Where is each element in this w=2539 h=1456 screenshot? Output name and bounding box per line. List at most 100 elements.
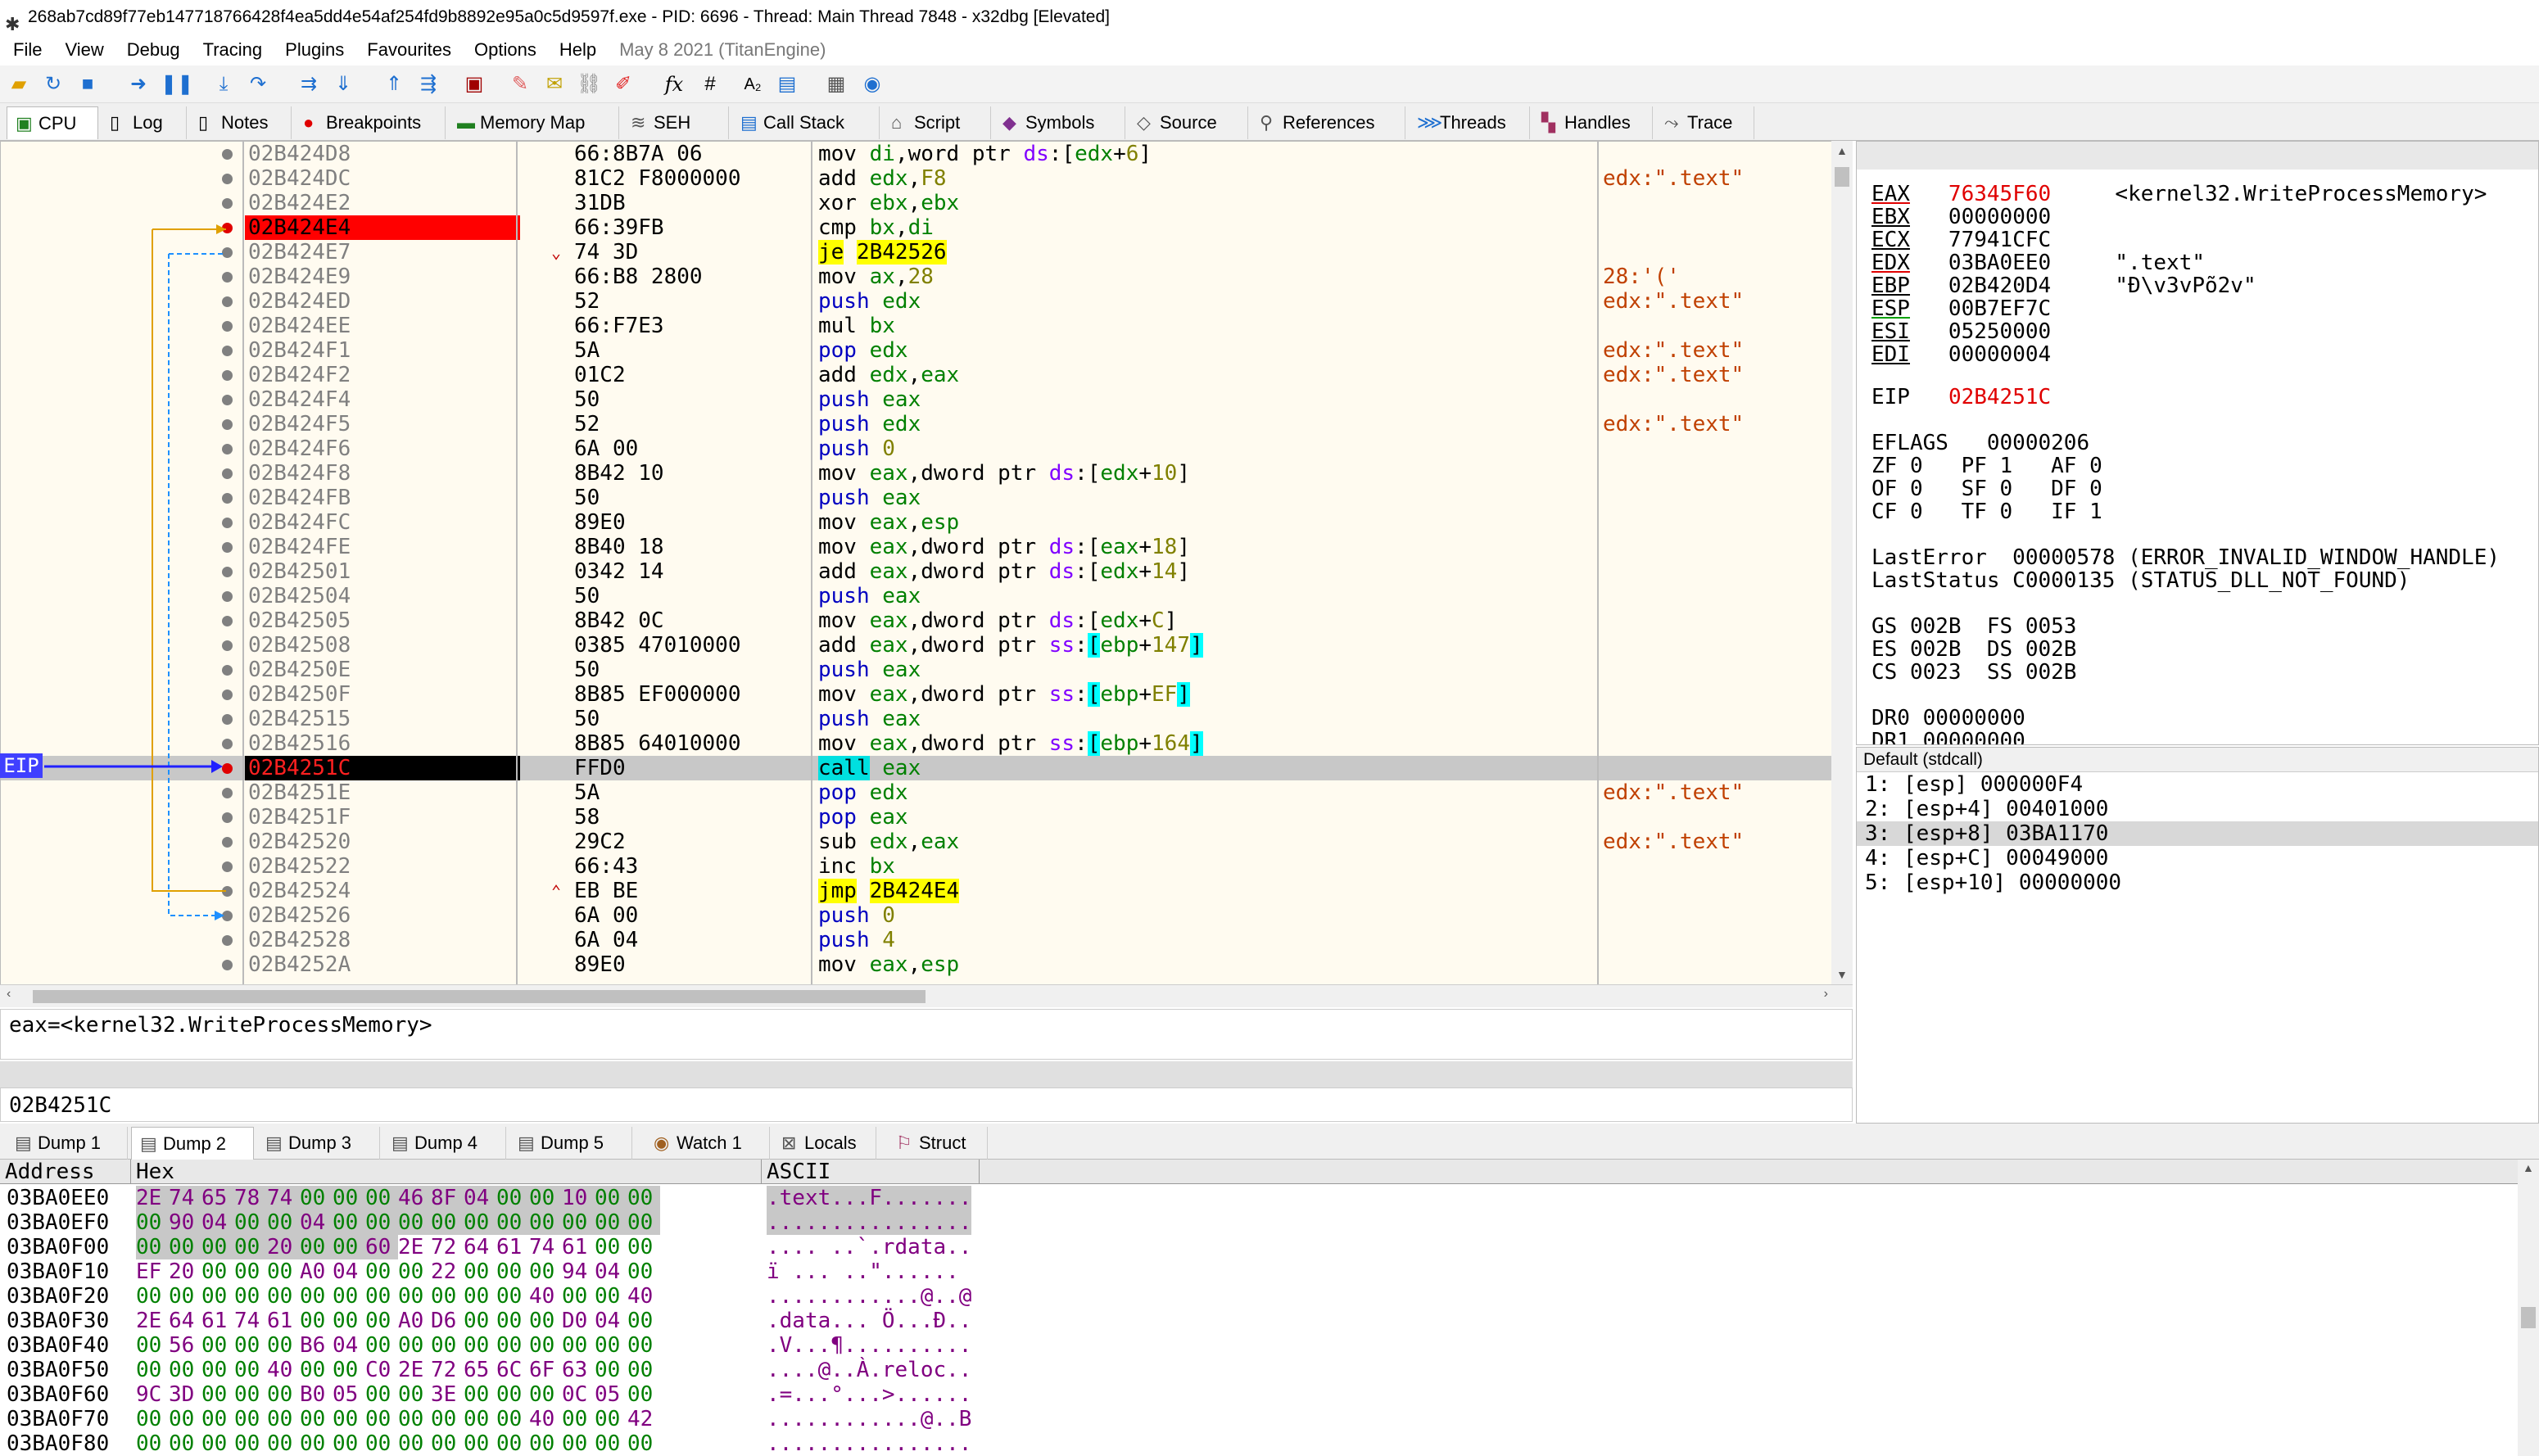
dump-row[interactable]: 03BA0F10 EF 20 00 00 00 A0 04 00 00 22 00 00 00 94 04 00… xyxy=(0,1259,983,1284)
disasm-row[interactable]: 02B42522 66:43 inc bx xyxy=(1,854,1835,879)
tab-references[interactable]: ⚲ References xyxy=(1251,106,1405,139)
tab-source[interactable]: ◇ Source xyxy=(1129,106,1248,139)
tab-dump-1[interactable]: ▤ Dump 1 xyxy=(7,1127,128,1160)
step-over-icon[interactable]: ↷ xyxy=(246,72,270,97)
module-icon[interactable]: ▤ xyxy=(775,72,799,97)
arg-row[interactable]: 5: [esp+10] 00000000 xyxy=(1857,870,2538,895)
disasm-row[interactable]: 02B424FE 8B40 18 mov eax,dword ptr ds:[eax… xyxy=(1,535,1835,559)
menu-file[interactable]: File xyxy=(13,34,42,66)
eip-register[interactable]: EIP 02B4251C xyxy=(1871,386,2051,409)
registers-header[interactable] xyxy=(1857,142,2538,170)
tab-script[interactable]: ⌂ Script xyxy=(883,106,991,139)
disasm-row[interactable]: 02B424E2 31DB xor ebx,ebx xyxy=(1,191,1835,215)
tab-seh[interactable]: ≋ SEH xyxy=(622,106,729,139)
tab-dump-2[interactable]: ▤ Dump 2 xyxy=(131,1127,254,1160)
call-args-panel[interactable]: Default (stdcall) 1: [esp] 000000F4 2: [… xyxy=(1856,747,2539,1124)
menu-help[interactable]: Help xyxy=(559,34,596,66)
tab-struct[interactable]: ⚐ Struct xyxy=(888,1127,988,1160)
disasm-row[interactable]: 02B42505 8B42 0C mov eax,dword ptr ds:[edx… xyxy=(1,608,1835,633)
disasm-row[interactable]: 02B424DC 81C2 F8000000 add edx,F8 edx:".tex… xyxy=(1,166,1835,191)
arg-row[interactable]: 1: [esp] 000000F4 xyxy=(1857,772,2538,797)
comment-icon[interactable]: ✉ xyxy=(542,72,567,97)
run-icon[interactable]: ➜ xyxy=(126,72,151,97)
disasm-row[interactable]: 02B4250F 8B85 EF000000 mov eax,dword ptr s… xyxy=(1,682,1835,707)
flags-row-2[interactable]: OF 0 SF 0 DF 0 xyxy=(1871,477,2102,500)
scylla-icon[interactable]: ▣ xyxy=(462,72,487,97)
tab-threads[interactable]: ⋙ Threads xyxy=(1409,106,1530,139)
dump-row[interactable]: 03BA0F70 00 00 00 00 00 00 00 00 00 00 00 00 40 00 00 42… xyxy=(0,1407,983,1431)
run-to-user-code-icon[interactable]: ⇶ xyxy=(416,72,441,97)
dump-ascii-header[interactable]: ASCII xyxy=(762,1160,980,1184)
open-icon[interactable]: ▰ xyxy=(7,72,31,97)
calculator-icon[interactable]: ▦ xyxy=(824,72,849,97)
disasm-row[interactable]: 02B42515 50 push eax xyxy=(1,707,1835,731)
disasm-row[interactable]: 02B42528 6A 04 push 4 xyxy=(1,928,1835,952)
disasm-row[interactable]: 02B42504 50 push eax xyxy=(1,584,1835,608)
disasm-row[interactable]: 02B42524 ⌃ EB BE jmp 2B424E4 xyxy=(1,879,1835,903)
globe-icon[interactable]: ◉ xyxy=(860,72,885,97)
patch-icon[interactable]: ✎ xyxy=(508,72,532,97)
menu-favourites[interactable]: Favourites xyxy=(367,34,451,66)
disasm-row[interactable]: 02B424E7 ⌄ 74 3D je 2B42526 xyxy=(1,240,1835,265)
dump-row[interactable]: 03BA0F00 00 00 00 00 20 00 00 60 2E 72 64 61 74 61 00 00… xyxy=(0,1235,983,1259)
run-to-return-icon[interactable]: ⇓ xyxy=(331,72,355,97)
disasm-row[interactable]: 02B424FB 50 push eax xyxy=(1,486,1835,510)
flags-row-1[interactable]: ZF 0 PF 1 AF 0 xyxy=(1871,454,2102,477)
menu-debug[interactable]: Debug xyxy=(127,34,180,66)
menu-options[interactable]: Options xyxy=(474,34,536,66)
font-icon[interactable]: A₂ xyxy=(740,72,765,97)
calling-convention[interactable]: Default (stdcall) xyxy=(1857,748,2538,772)
tab-watch-1[interactable]: ◉ Watch 1 xyxy=(645,1127,770,1160)
tab-symbols[interactable]: ◆ Symbols xyxy=(994,106,1125,139)
disasm-row[interactable]: 02B4250E 50 push eax xyxy=(1,658,1835,682)
dump-row[interactable]: 03BA0EF0 00 90 04 00 00 04 00 00 00 00 00 00 00 00 00 00… xyxy=(0,1210,983,1235)
dump-row[interactable]: 03BA0F30 2E 64 61 74 61 00 00 00 A0 D6 00 00 00 D0 04 00… xyxy=(0,1309,983,1333)
tab-dump-5[interactable]: ▤ Dump 5 xyxy=(509,1127,632,1160)
disasm-row[interactable]: 02B424F8 8B42 10 mov eax,dword ptr ds:[edx… xyxy=(1,461,1835,486)
disasm-row[interactable]: 02B424F2 01C2 add edx,eax edx:".text" xyxy=(1,363,1835,387)
disassembly-vscroll[interactable]: ▲ ▼ xyxy=(1831,141,1853,984)
arg-row[interactable]: 4: [esp+C] 00049000 xyxy=(1857,846,2538,870)
menu-tracing[interactable]: Tracing xyxy=(203,34,263,66)
dump-vscroll[interactable]: ▲ xyxy=(2518,1160,2539,1456)
register-ebp[interactable]: EBP 02B420D4 "Ð\v3vPõ2v" xyxy=(1871,274,2256,297)
function-icon[interactable]: fx xyxy=(662,72,686,97)
menu-plugins[interactable]: Plugins xyxy=(285,34,344,66)
restart-icon[interactable]: ↻ xyxy=(41,72,66,97)
pause-icon[interactable]: ❚❚ xyxy=(161,72,193,97)
disasm-row[interactable]: 02B424F5 52 push edx edx:".text" xyxy=(1,412,1835,436)
trace-into-icon[interactable]: ⇉ xyxy=(296,72,321,97)
disasm-row[interactable]: 02B4252A 89E0 mov eax,esp xyxy=(1,952,1835,977)
bookmark-icon[interactable]: ✐ xyxy=(611,72,636,97)
registers-panel[interactable]: EAX 76345F60 <kernel32.WriteProcessMemor… xyxy=(1856,141,2539,745)
tab-memory-map[interactable]: ▬ Memory Map xyxy=(449,106,619,139)
dump-row[interactable]: 03BA0F80 00 00 00 00 00 00 00 00 00 00 00 00 00 00 00 00… xyxy=(0,1431,983,1456)
register-ebx[interactable]: EBX 00000000 xyxy=(1871,206,2051,228)
tab-breakpoints[interactable]: ● Breakpoints xyxy=(295,106,446,139)
dump-row[interactable]: 03BA0EE0 2E 74 65 78 74 00 00 00 46 8F 04 00 00 10 00 00… xyxy=(0,1186,983,1210)
disasm-row[interactable]: 02B424F4 50 push eax xyxy=(1,387,1835,412)
disasm-row[interactable]: 02B424F6 6A 00 push 0 xyxy=(1,436,1835,461)
disasm-row[interactable]: 02B42526 6A 00 push 0 xyxy=(1,903,1835,928)
arg-row[interactable]: 3: [esp+8] 03BA1170 xyxy=(1857,821,2538,846)
tab-trace[interactable]: ⤳ Trace xyxy=(1656,106,1754,139)
breakpoint-dot-icon[interactable] xyxy=(222,960,233,970)
dump-row[interactable]: 03BA0F60 9C 3D 00 00 00 B0 05 00 00 3E 00 00 00 0C 05 00… xyxy=(0,1382,983,1407)
disasm-row[interactable]: 02B42501 0342 14 add eax,dword ptr ds:[edx… xyxy=(1,559,1835,584)
execute-till-return-icon[interactable]: ⇑ xyxy=(382,72,406,97)
tab-dump-4[interactable]: ▤ Dump 4 xyxy=(383,1127,506,1160)
disasm-row[interactable]: 02B4251E 5A pop edx edx:".text" xyxy=(1,780,1835,805)
tab-call-stack[interactable]: ▤ Call Stack xyxy=(732,106,880,139)
register-esi[interactable]: ESI 05250000 xyxy=(1871,320,2051,343)
flags-row-3[interactable]: CF 0 TF 0 IF 1 xyxy=(1871,500,2102,523)
disasm-row[interactable]: 02B4251F 58 pop eax xyxy=(1,805,1835,830)
disasm-row[interactable]: 02B4251C FFD0 call eax xyxy=(1,756,1835,780)
register-edi[interactable]: EDI 00000004 xyxy=(1871,343,2051,366)
arg-row[interactable]: 2: [esp+4] 00401000 xyxy=(1857,797,2538,821)
dump-hex-header[interactable]: Hex xyxy=(131,1160,762,1184)
disassembly-hscroll[interactable]: ‹ › xyxy=(0,984,1853,1007)
register-esp[interactable]: ESP 00B7EF7C xyxy=(1871,297,2051,320)
register-ecx[interactable]: ECX 77941CFC xyxy=(1871,228,2051,251)
register-edx[interactable]: EDX 03BA0EE0 ".text" xyxy=(1871,251,2205,274)
disasm-row[interactable]: 02B42516 8B85 64010000 mov eax,dword ptr s… xyxy=(1,731,1835,756)
